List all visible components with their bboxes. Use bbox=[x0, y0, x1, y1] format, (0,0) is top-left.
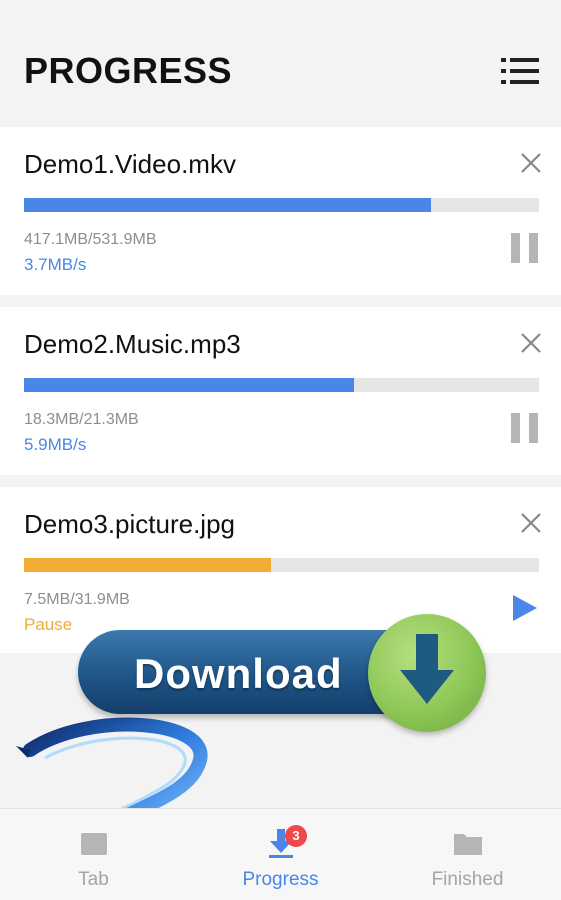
banner-text: Download bbox=[134, 650, 343, 697]
close-icon[interactable] bbox=[519, 151, 543, 175]
download-item: Demo2.Music.mp3 18.3MB/21.3MB 5.9MB/s bbox=[0, 307, 561, 475]
nav-finished-label: Finished bbox=[431, 869, 504, 890]
close-icon[interactable] bbox=[519, 511, 543, 535]
download-arrow-icon bbox=[400, 634, 454, 704]
download-speed: 5.9MB/s bbox=[24, 435, 87, 454]
progress-bar bbox=[24, 378, 539, 392]
nav-progress[interactable]: 3 Progress bbox=[187, 809, 374, 900]
close-icon[interactable] bbox=[519, 331, 543, 355]
download-speed: 3.7MB/s bbox=[24, 255, 87, 274]
folder-icon bbox=[454, 834, 482, 855]
bottom-navigation: Tab 3 Progress Finished bbox=[0, 808, 561, 900]
download-item: Demo1.Video.mkv 417.1MB/531.9MB 3.7MB/s bbox=[0, 127, 561, 295]
list-menu-icon[interactable] bbox=[501, 56, 539, 86]
nav-finished[interactable]: Finished bbox=[374, 809, 561, 900]
progress-bar-fill bbox=[24, 558, 272, 572]
progress-bar-fill bbox=[24, 198, 431, 212]
pause-icon[interactable] bbox=[511, 413, 539, 443]
file-name: Demo2.Music.mp3 bbox=[24, 329, 241, 359]
page-title: PROGRESS bbox=[24, 50, 233, 91]
pause-icon[interactable] bbox=[511, 233, 539, 263]
tab-icon bbox=[81, 833, 107, 855]
progress-bar-fill bbox=[24, 378, 354, 392]
file-name: Demo3.picture.jpg bbox=[24, 509, 235, 539]
progress-count-badge: 3 bbox=[285, 825, 307, 847]
app-header: PROGRESS bbox=[0, 0, 561, 126]
nav-tab-label: Tab bbox=[78, 869, 109, 890]
file-size: 417.1MB/531.9MB bbox=[24, 231, 157, 248]
progress-bar bbox=[24, 558, 539, 572]
nav-progress-label: Progress bbox=[242, 869, 319, 890]
nav-tab[interactable]: Tab bbox=[0, 809, 187, 900]
file-size: 18.3MB/21.3MB bbox=[24, 411, 139, 428]
file-name: Demo1.Video.mkv bbox=[24, 149, 236, 179]
progress-bar bbox=[24, 198, 539, 212]
